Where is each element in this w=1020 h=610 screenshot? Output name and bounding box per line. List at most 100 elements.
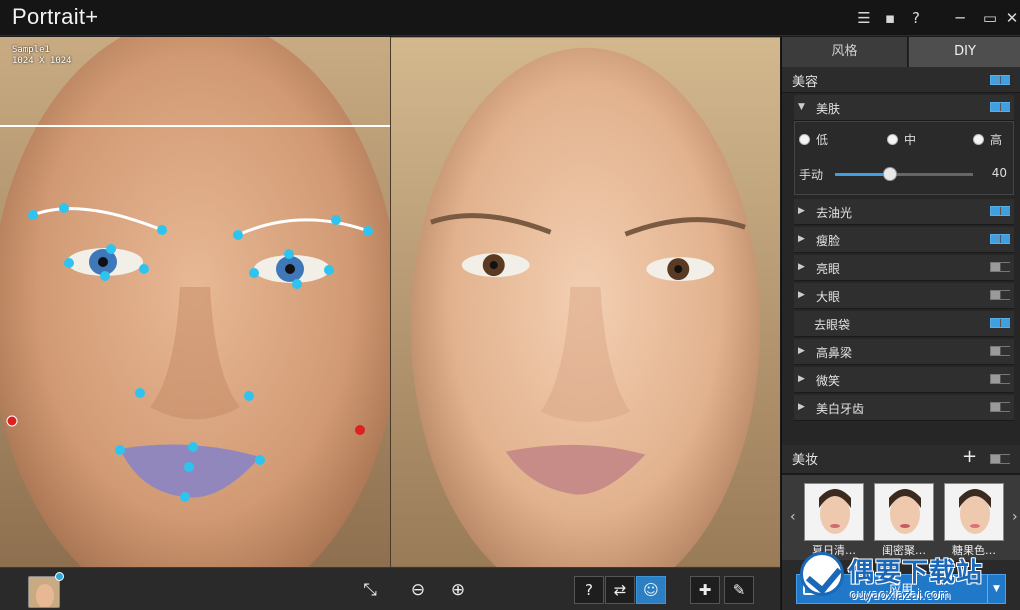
collapsed-arrow-icon: ▶	[798, 374, 805, 384]
beauty-item-toggle[interactable]	[990, 346, 1010, 356]
before-photo[interactable]: Sample1 1024 X 1024	[0, 37, 390, 567]
beauty-section-label: 美容	[792, 75, 819, 90]
beauty-item-row[interactable]: ▶ 亮眼	[794, 255, 1014, 281]
beauty-item-row[interactable]: ▶ 高鼻梁	[794, 339, 1014, 365]
zoom-in-icon[interactable]: ⊕	[444, 576, 472, 604]
next-arrow-icon[interactable]: ›	[1012, 509, 1018, 525]
skin-option-low-label: 低	[816, 133, 829, 147]
expanded-arrow-icon: ▼	[798, 102, 805, 112]
chat-icon[interactable]: ▪	[880, 8, 900, 28]
help-button-label: ?	[585, 581, 593, 599]
sample-thumbnail[interactable]	[28, 576, 60, 608]
compare-swap-icon[interactable]: ⇄	[605, 576, 635, 604]
beauty-toggle[interactable]	[990, 75, 1010, 85]
minimize-icon[interactable]: ─	[950, 8, 970, 28]
help-icon[interactable]: ?	[906, 8, 926, 28]
beauty-item-label: 高鼻梁	[816, 346, 853, 360]
sample-info: Sample1 1024 X 1024	[12, 45, 72, 67]
thumbnail-status-dot	[55, 572, 64, 581]
zoom-out-icon[interactable]: ⊖	[404, 576, 432, 604]
bandage-icon[interactable]: ✚	[690, 576, 720, 604]
beauty-item-toggle[interactable]	[990, 262, 1010, 272]
makeup-toggle[interactable]	[990, 454, 1010, 464]
beauty-item-label: 大眼	[816, 290, 841, 304]
close-icon[interactable]: ✕	[1002, 8, 1020, 28]
beauty-item-label: 去油光	[816, 206, 853, 220]
skin-option-mid[interactable]: 中	[887, 131, 916, 148]
beauty-item-row[interactable]: ▶ 去油光	[794, 199, 1014, 225]
panel-tabs: 风格 DIY	[782, 37, 1020, 67]
manual-label: 手动	[799, 168, 824, 182]
makeup-preset-2[interactable]: 闺密聚…	[874, 483, 934, 557]
slider-handle[interactable]	[883, 167, 898, 181]
settings-panel: 风格 DIY 美容 ▼ 美肤 低 中 高 手动 40 ▶ 去油光 ▶ 瘦脸 ▶ 亮眼 ▶ 大眼…	[781, 37, 1020, 610]
makeup-presets: ‹ 夏日清… 闺密聚… 糖果色… ›	[782, 474, 1020, 560]
collapsed-arrow-icon: ▶	[798, 234, 805, 244]
tab-diy[interactable]: DIY	[909, 37, 1020, 67]
face-landmarks-icon[interactable]: ☺	[636, 576, 666, 604]
beauty-item-toggle[interactable]	[990, 318, 1010, 328]
skin-option-high-label: 高	[990, 133, 1003, 147]
help-icon-label: ?	[912, 9, 920, 27]
sample-size: 1024 X 1024	[12, 56, 72, 66]
canvas-toolbar: ⤡ ⊖ ⊕ ? ⇄ ☺ ✚ ✎	[0, 567, 780, 610]
beauty-item-row[interactable]: ▶ 美白牙齿	[794, 395, 1014, 421]
beauty-item-label: 瘦脸	[816, 234, 841, 248]
beauty-item-toggle[interactable]	[990, 402, 1010, 412]
beauty-item-row[interactable]: ▶ 瘦脸	[794, 227, 1014, 253]
skin-option-low[interactable]: 低	[799, 131, 828, 148]
skin-row[interactable]: ▼ 美肤	[794, 95, 1014, 121]
watermark-logo-icon	[800, 552, 844, 596]
app-title: Portrait+	[12, 4, 99, 29]
after-photo-image	[391, 37, 780, 567]
collapsed-arrow-icon: ▶	[798, 262, 805, 272]
makeup-section-header[interactable]: 美妆 +	[782, 445, 1020, 474]
beauty-item-row[interactable]: ▶ 大眼	[794, 283, 1014, 309]
radio-circle	[973, 134, 984, 145]
beauty-item-row[interactable]: ▶ 微笑	[794, 367, 1014, 393]
beauty-section-header[interactable]: 美容	[782, 67, 1020, 93]
watermark-text: 偶要下载站	[848, 558, 984, 588]
manual-value: 40	[991, 166, 1007, 180]
list-icon[interactable]: ☰	[854, 8, 874, 28]
collapsed-arrow-icon: ▶	[798, 206, 805, 216]
skin-option-high[interactable]: 高	[973, 131, 1002, 148]
beauty-item-label: 美白牙齿	[816, 402, 865, 416]
before-photo-image	[0, 37, 390, 567]
fit-screen-icon[interactable]: ⤡	[356, 576, 384, 604]
beauty-item-toggle[interactable]	[990, 374, 1010, 384]
add-makeup-icon[interactable]: +	[962, 446, 977, 467]
collapsed-arrow-icon: ▶	[798, 346, 805, 356]
beauty-item-toggle[interactable]	[990, 234, 1010, 244]
sample-name: Sample1	[12, 45, 50, 55]
photo-canvas[interactable]: Sample1 1024 X 1024 ⤡ ⊖ ⊕ ? ⇄ ☺ ✚ ✎	[0, 37, 780, 610]
makeup-preset-1[interactable]: 夏日清…	[804, 483, 864, 557]
collapsed-arrow-icon: ▶	[798, 290, 805, 300]
beauty-item-label: 去眼袋	[814, 318, 851, 332]
tab-style[interactable]: 风格	[782, 37, 908, 67]
beauty-item-row[interactable]: 去眼袋	[794, 311, 1014, 337]
title-bar: Portrait+ ☰ ▪ ? ─ ▭ ✕	[0, 0, 1020, 36]
radio-circle	[887, 134, 898, 145]
makeup-section-label: 美妆	[792, 453, 819, 468]
help-button[interactable]: ?	[574, 576, 604, 604]
watermark: 偶要下载站 ouyaoxiazai.com	[800, 552, 1020, 610]
skin-option-mid-label: 中	[904, 133, 917, 147]
prev-arrow-icon[interactable]: ‹	[790, 509, 796, 525]
beauty-item-toggle[interactable]	[990, 206, 1010, 216]
manual-slider[interactable]	[835, 167, 973, 181]
collapsed-arrow-icon: ▶	[798, 402, 805, 412]
brush-icon[interactable]: ✎	[724, 576, 754, 604]
skin-label: 美肤	[816, 102, 841, 116]
watermark-url: ouyaoxiazai.com	[850, 588, 951, 602]
beauty-item-label: 微笑	[816, 374, 841, 388]
beauty-item-label: 亮眼	[816, 262, 841, 276]
beauty-item-toggle[interactable]	[990, 290, 1010, 300]
makeup-preset-3[interactable]: 糖果色…	[944, 483, 1004, 557]
slider-fill	[835, 173, 891, 176]
radio-circle	[799, 134, 810, 145]
after-photo[interactable]	[390, 37, 780, 567]
skin-options: 低 中 高 手动 40	[794, 121, 1014, 195]
maximize-icon[interactable]: ▭	[980, 8, 1000, 28]
skin-toggle[interactable]	[990, 102, 1010, 112]
